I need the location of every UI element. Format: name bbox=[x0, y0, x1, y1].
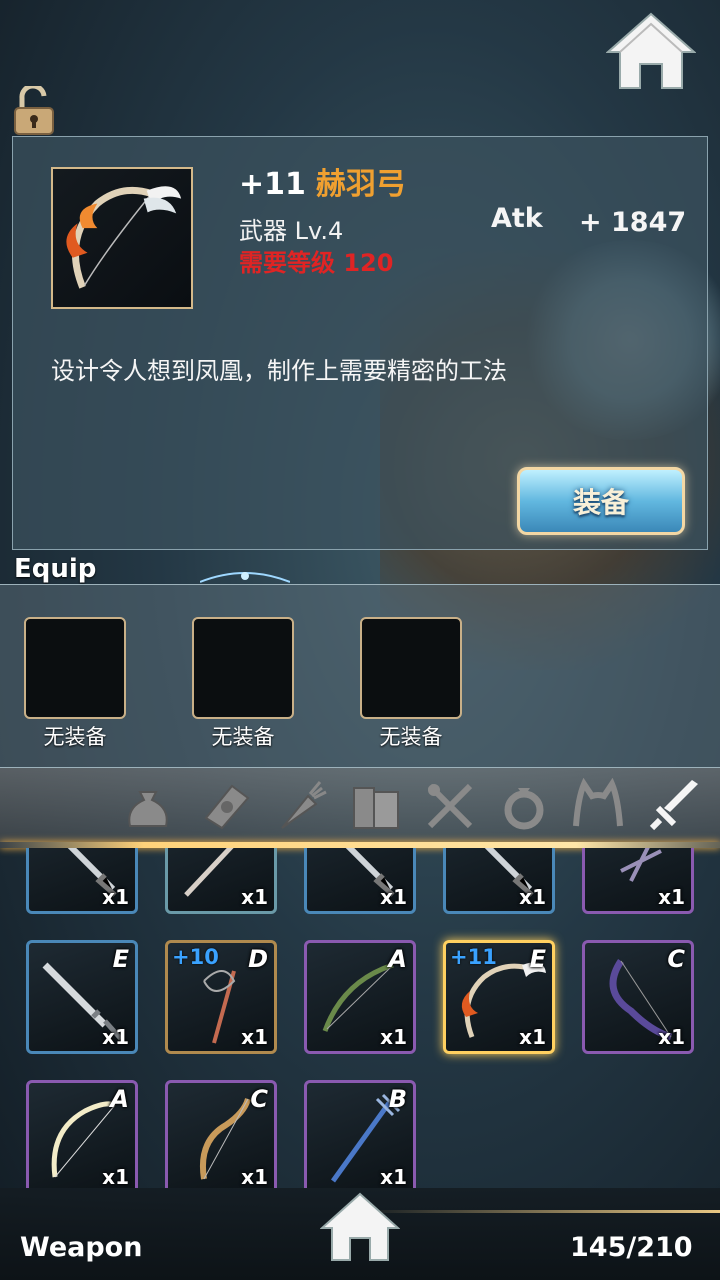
inventory-grid: x1 x1 x1 x1 x1 E x1 +10 D x1 A x1 +11 E … bbox=[0, 848, 720, 1188]
item-quantity: x1 bbox=[380, 1025, 407, 1049]
item-quantity: x1 bbox=[241, 1165, 268, 1188]
equip-slot-2-label: 无装备 bbox=[211, 725, 275, 749]
item-name: 赫羽弓 bbox=[315, 167, 406, 202]
inventory-item-r2c4-selected[interactable]: +11 E x1 bbox=[443, 940, 555, 1054]
home-button[interactable] bbox=[605, 12, 697, 90]
sword-icon bbox=[649, 780, 698, 831]
item-grade: A bbox=[110, 1085, 129, 1113]
inventory-item-r1c3[interactable]: x1 bbox=[304, 848, 416, 914]
unlocked-padlock-icon bbox=[14, 83, 54, 135]
item-quantity: x1 bbox=[241, 1025, 268, 1049]
ring-icon bbox=[504, 788, 544, 830]
carrot-icon bbox=[281, 781, 327, 829]
item-quantity: x1 bbox=[102, 1025, 129, 1049]
item-grade: A bbox=[388, 945, 407, 973]
inventory-item-r1c5[interactable]: x1 bbox=[582, 848, 694, 914]
tab-scrolls[interactable] bbox=[198, 778, 254, 834]
item-grade: C bbox=[250, 1085, 268, 1113]
item-quantity: x1 bbox=[658, 1025, 685, 1049]
footer-divider bbox=[360, 1210, 720, 1213]
tab-weapons[interactable] bbox=[648, 778, 704, 834]
equip-button[interactable]: 装备 bbox=[517, 467, 685, 535]
bag-icon bbox=[128, 791, 168, 827]
item-quantity: x1 bbox=[658, 885, 685, 909]
item-enhance-level: +10 bbox=[172, 945, 219, 969]
inventory-item-r1c1[interactable]: x1 bbox=[26, 848, 138, 914]
item-quantity: x1 bbox=[102, 1165, 129, 1188]
item-grade: E bbox=[112, 945, 129, 973]
equip-slot-3[interactable] bbox=[360, 617, 462, 719]
tab-cooking[interactable] bbox=[422, 778, 478, 834]
equip-slots-panel: 无装备 无装备 无装备 bbox=[0, 584, 720, 768]
phoenix-bow-icon bbox=[66, 186, 182, 289]
lock-button[interactable] bbox=[12, 83, 58, 136]
item-grade: E bbox=[529, 945, 546, 973]
item-grade: C bbox=[667, 945, 685, 973]
inventory-item-r3c2[interactable]: C x1 bbox=[165, 1080, 277, 1188]
tab-rings[interactable] bbox=[496, 778, 552, 834]
equip-section-title: Equip bbox=[14, 554, 97, 584]
item-grade: D bbox=[248, 945, 268, 973]
inventory-item-r2c3[interactable]: A x1 bbox=[304, 940, 416, 1054]
item-quantity: x1 bbox=[519, 885, 546, 909]
item-grade: B bbox=[388, 1085, 407, 1113]
home-icon bbox=[319, 1192, 401, 1261]
home-icon bbox=[605, 12, 697, 89]
tab-books[interactable] bbox=[348, 778, 404, 834]
equip-slot-3-label: 无装备 bbox=[379, 725, 443, 749]
inventory-item-r1c4[interactable]: x1 bbox=[443, 848, 555, 914]
inventory-item-r3c1[interactable]: A x1 bbox=[26, 1080, 138, 1188]
item-type-level: 武器 Lv.4 bbox=[239, 217, 344, 245]
item-enhance-level: +11 bbox=[450, 945, 497, 969]
item-detail-panel: +11 赫羽弓 武器 Lv.4 需要等级 120 Atk + 1847 设计令人想… bbox=[12, 136, 708, 550]
inventory-item-r2c5[interactable]: C x1 bbox=[582, 940, 694, 1054]
tab-food[interactable] bbox=[272, 778, 328, 834]
home-button-bottom[interactable] bbox=[319, 1192, 401, 1262]
stat-label: Atk bbox=[491, 203, 543, 234]
cat-ear-headband-icon bbox=[573, 777, 623, 827]
books-icon bbox=[353, 787, 399, 829]
item-quantity: x1 bbox=[380, 885, 407, 909]
scroll-icon bbox=[204, 784, 250, 830]
item-icon-frame bbox=[51, 167, 193, 309]
item-quantity: x1 bbox=[241, 885, 268, 909]
inventory-item-r2c1[interactable]: E x1 bbox=[26, 940, 138, 1054]
item-description: 设计令人想到凤凰，制作上需要精密的工法 bbox=[51, 357, 507, 385]
item-enhance-level: +11 bbox=[239, 167, 306, 202]
fork-spoon-icon bbox=[427, 783, 473, 829]
item-quantity: x1 bbox=[102, 885, 129, 909]
inventory-item-r3c3[interactable]: B x1 bbox=[304, 1080, 416, 1188]
item-quantity: x1 bbox=[519, 1025, 546, 1049]
inventory-capacity: 145/210 bbox=[570, 1232, 693, 1263]
category-tab-bar bbox=[0, 768, 720, 848]
inventory-item-r2c2[interactable]: +10 D x1 bbox=[165, 940, 277, 1054]
tab-materials[interactable] bbox=[120, 778, 176, 834]
stat-value: + 1847 bbox=[579, 207, 687, 238]
equip-slot-2[interactable] bbox=[192, 617, 294, 719]
item-title: +11 赫羽弓 bbox=[239, 159, 406, 203]
inventory-item-r1c2[interactable]: x1 bbox=[165, 848, 277, 914]
equip-slot-1-label: 无装备 bbox=[43, 725, 107, 749]
item-level-requirement: 需要等级 120 bbox=[239, 249, 394, 277]
item-quantity: x1 bbox=[380, 1165, 407, 1188]
inventory-category-title: Weapon bbox=[20, 1232, 143, 1263]
tab-headgear[interactable] bbox=[570, 777, 626, 834]
equip-slot-1[interactable] bbox=[24, 617, 126, 719]
